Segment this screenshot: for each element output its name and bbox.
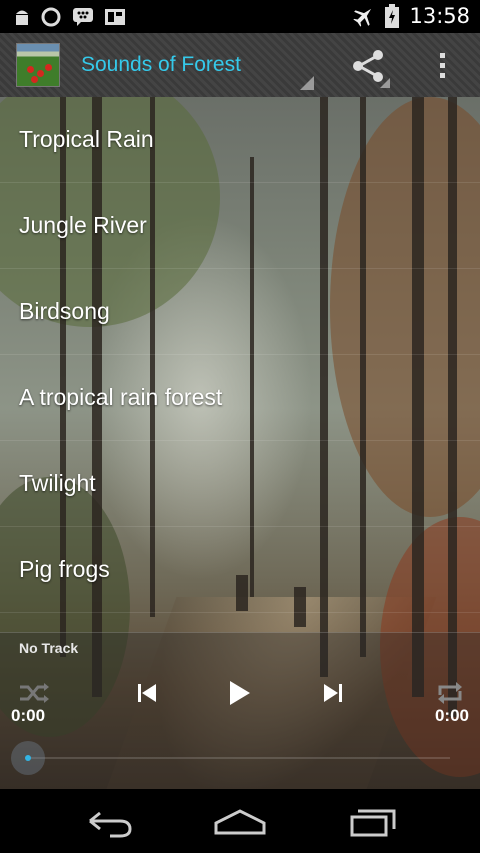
next-icon [324, 684, 342, 702]
home-button[interactable] [208, 801, 272, 841]
play-icon [230, 681, 250, 705]
now-playing-label: No Track [19, 640, 79, 656]
list-item[interactable]: Tropical Rain [0, 97, 480, 183]
circle-icon [41, 7, 61, 27]
navigation-bar [0, 789, 480, 853]
tool-icon [105, 9, 125, 25]
bbm-icon [73, 8, 93, 26]
back-button[interactable] [76, 801, 140, 841]
spinner-indicator [300, 76, 314, 90]
track-title: Twilight [19, 470, 96, 496]
home-icon [214, 809, 266, 835]
seek-bar[interactable] [28, 757, 450, 759]
back-icon [89, 811, 132, 838]
battery-icon [385, 4, 400, 28]
android-robot-icon [16, 10, 28, 25]
recent-apps-button[interactable] [340, 801, 404, 841]
list-item[interactable]: A tropical rain forest [0, 355, 480, 441]
status-bar: 13:58 [0, 0, 480, 33]
overflow-menu-icon [440, 53, 445, 78]
track-title: Pig frogs [19, 556, 110, 582]
play-button[interactable] [216, 671, 260, 715]
list-item[interactable]: Pig frogs [0, 527, 480, 613]
airplane-icon [353, 8, 372, 27]
player-panel: No Track 0:00 0:00 [0, 632, 480, 789]
app-title[interactable]: Sounds of Forest [81, 53, 241, 77]
previous-button[interactable] [125, 671, 169, 715]
track-title: Birdsong [19, 298, 110, 324]
track-title: Jungle River [19, 212, 147, 238]
app-icon[interactable] [16, 43, 60, 87]
clock: 13:58 [409, 4, 470, 28]
track-list: Tropical Rain Jungle River Birdsong A tr… [0, 97, 480, 613]
seek-thumb[interactable] [11, 741, 45, 775]
elapsed-time: 0:00 [11, 706, 46, 725]
overflow-menu-button[interactable] [426, 33, 460, 97]
next-button[interactable] [311, 671, 355, 715]
list-item[interactable]: Twilight [0, 441, 480, 527]
total-time: 0:00 [434, 706, 469, 725]
track-title: A tropical rain forest [19, 384, 223, 410]
track-title: Tropical Rain [19, 126, 154, 152]
share-dropdown-indicator [380, 78, 390, 88]
previous-icon [138, 684, 156, 702]
action-bar: Sounds of Forest [0, 33, 480, 97]
list-item[interactable]: Jungle River [0, 183, 480, 269]
recent-apps-icon [350, 809, 396, 837]
list-item[interactable]: Birdsong [0, 269, 480, 355]
